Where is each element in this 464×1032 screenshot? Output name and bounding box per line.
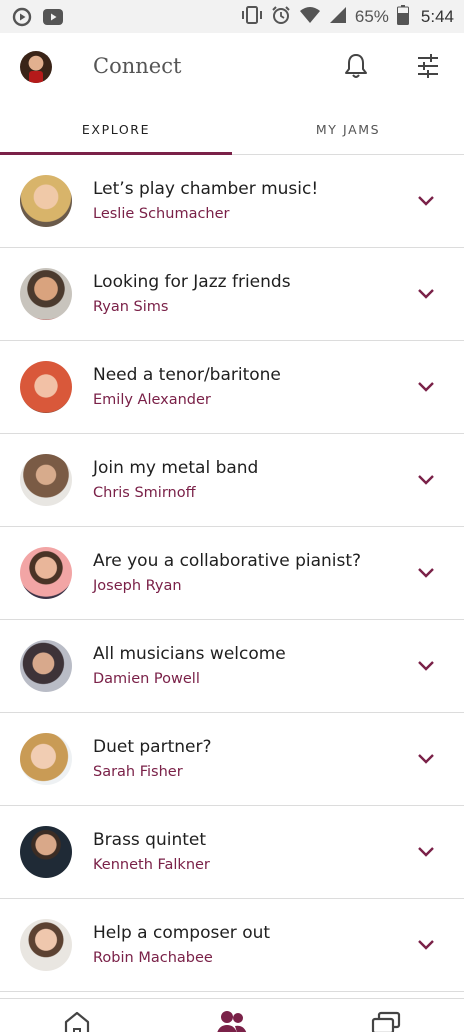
avatar	[20, 640, 72, 692]
list-item[interactable]: Help a composer out Robin Machabee	[0, 899, 464, 992]
chat-icon	[371, 1009, 401, 1032]
app-bar: Connect	[0, 33, 464, 103]
post-author: Ryan Sims	[93, 299, 169, 315]
tune-filter-icon	[416, 53, 440, 83]
post-author: Joseph Ryan	[93, 578, 182, 594]
avatar	[20, 919, 72, 971]
avatar	[20, 268, 72, 320]
list-item[interactable]: Need a tenor/baritone Emily Alexander	[0, 341, 464, 434]
bell-icon	[343, 52, 369, 84]
chevron-down-icon[interactable]	[414, 191, 438, 211]
post-author: Damien Powell	[93, 671, 200, 687]
home-icon	[62, 1009, 92, 1032]
people-icon	[215, 1009, 249, 1032]
chevron-down-icon[interactable]	[414, 656, 438, 676]
avatar	[20, 547, 72, 599]
alarm-icon	[271, 5, 291, 29]
post-title: Need a tenor/baritone	[93, 365, 281, 385]
chevron-down-icon[interactable]	[414, 470, 438, 490]
post-title: Brass quintet	[93, 830, 207, 850]
page-title: Connect	[93, 54, 182, 78]
battery-icon	[396, 5, 409, 29]
tab-bar: EXPLORE MY JAMS	[0, 103, 464, 155]
avatar	[20, 175, 72, 227]
post-title: Looking for Jazz friends	[93, 272, 291, 292]
notifications-button[interactable]	[336, 48, 376, 88]
post-title: Duet partner?	[93, 737, 212, 757]
list-item[interactable]: Looking for Jazz friends Ryan Sims	[0, 248, 464, 341]
post-author: Emily Alexander	[93, 392, 211, 408]
filter-button[interactable]	[408, 48, 448, 88]
post-title: Join my metal band	[93, 458, 259, 478]
post-author: Leslie Schumacher	[93, 206, 230, 222]
play-circle-icon	[12, 7, 32, 31]
list-item[interactable]: Brass quintet Kenneth Falkner	[0, 806, 464, 899]
profile-avatar[interactable]	[20, 51, 52, 83]
post-title: Let’s play chamber music!	[93, 179, 319, 199]
post-author: Robin Machabee	[93, 950, 213, 966]
list-item[interactable]: Duet partner? Sarah Fisher	[0, 713, 464, 806]
post-author: Chris Smirnoff	[93, 485, 196, 501]
list-item[interactable]: Let’s play chamber music! Leslie Schumac…	[0, 155, 464, 248]
battery-percent: 65%	[354, 7, 389, 26]
tab-explore[interactable]: EXPLORE	[0, 103, 232, 155]
clock: 5:44	[420, 7, 454, 26]
chevron-down-icon[interactable]	[414, 284, 438, 304]
avatar	[20, 454, 72, 506]
wifi-icon	[299, 6, 321, 28]
list-item[interactable]: Are you a collaborative pianist? Joseph …	[0, 527, 464, 620]
list-item[interactable]: All musicians welcome Damien Powell	[0, 620, 464, 713]
chevron-down-icon[interactable]	[414, 842, 438, 862]
avatar	[20, 733, 72, 785]
youtube-icon	[42, 8, 64, 30]
vibrate-icon	[241, 5, 263, 29]
chevron-down-icon[interactable]	[414, 935, 438, 955]
chevron-down-icon[interactable]	[414, 563, 438, 583]
nav-home[interactable]	[57, 1009, 97, 1032]
tab-my-jams[interactable]: MY JAMS	[232, 103, 464, 155]
post-author: Kenneth Falkner	[93, 857, 210, 873]
chevron-down-icon[interactable]	[414, 377, 438, 397]
status-bar: 65% 5:44	[0, 0, 464, 33]
post-title: Are you a collaborative pianist?	[93, 551, 362, 571]
post-author: Sarah Fisher	[93, 764, 183, 780]
list-item[interactable]: Join my metal band Chris Smirnoff	[0, 434, 464, 527]
post-title: All musicians welcome	[93, 644, 286, 664]
post-list: Let’s play chamber music! Leslie Schumac…	[0, 155, 464, 992]
post-title: Help a composer out	[93, 923, 271, 943]
chevron-down-icon[interactable]	[414, 749, 438, 769]
signal-icon	[329, 6, 347, 28]
nav-messages[interactable]	[366, 1009, 406, 1032]
bottom-navigation	[0, 998, 464, 1032]
avatar	[20, 361, 72, 413]
avatar	[20, 826, 72, 878]
nav-connect[interactable]	[212, 1009, 252, 1032]
